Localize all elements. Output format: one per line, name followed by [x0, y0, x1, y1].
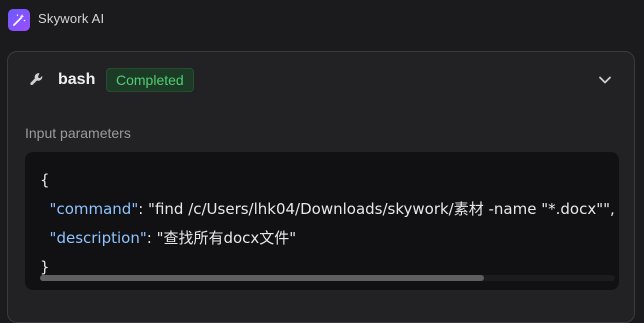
param-value-description: "查找所有docx文件"	[156, 229, 297, 247]
scrollbar-thumb[interactable]	[40, 275, 484, 281]
param-trailing-comma: ,	[610, 200, 615, 218]
tool-name: bash	[58, 71, 96, 88]
json-code: { "command": "find /c/Users/lhk04/Downlo…	[40, 166, 615, 282]
param-key-description: "description"	[49, 229, 147, 247]
tool-call-card: bash Completed Input parameters { "comma…	[7, 51, 635, 323]
app-name: Skywork AI	[38, 11, 105, 26]
horizontal-scrollbar[interactable]	[40, 275, 615, 281]
chevron-down-icon[interactable]	[596, 71, 614, 89]
param-separator: :	[138, 200, 149, 218]
param-key-command: "command"	[49, 200, 139, 218]
input-parameters-code-block[interactable]: { "command": "find /c/Users/lhk04/Downlo…	[25, 152, 619, 290]
app-logo	[8, 9, 30, 31]
wrench-icon	[30, 73, 43, 86]
code-close-brace: }	[40, 258, 50, 276]
magic-wand-icon	[13, 14, 26, 26]
input-parameters-label: Input parameters	[25, 125, 131, 141]
top-bar: Skywork AI	[0, 0, 644, 40]
param-separator: :	[146, 229, 157, 247]
status-badge: Completed	[106, 68, 194, 92]
tool-call-header[interactable]: bash Completed	[8, 52, 634, 108]
param-value-command: "find /c/Users/lhk04/Downloads/skywork/素…	[148, 200, 611, 218]
code-open-brace: {	[40, 171, 50, 189]
